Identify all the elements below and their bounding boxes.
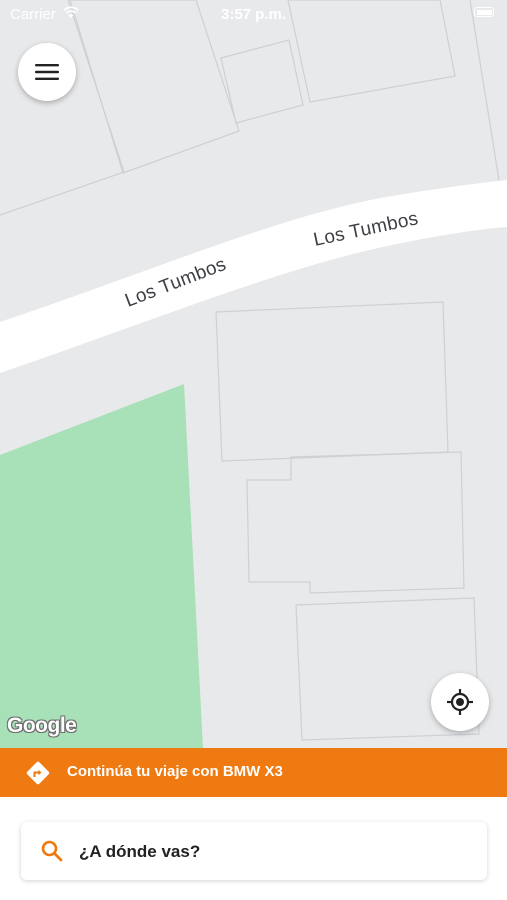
map-canvas[interactable]: Los Tumbos Los Tumbos	[0, 0, 507, 748]
menu-button[interactable]	[18, 43, 76, 101]
continue-trip-banner[interactable]: Continúa tu viaje con BMW X3	[0, 748, 507, 797]
status-time: 3:57 p.m.	[220, 6, 287, 23]
my-location-button[interactable]	[431, 673, 489, 731]
google-attribution: Google	[7, 714, 77, 737]
directions-icon	[26, 761, 50, 785]
status-bar: Carrier 3:57 p.m.	[0, 0, 507, 28]
destination-search[interactable]: ¿A dónde vas?	[21, 822, 487, 880]
hamburger-icon	[35, 64, 59, 80]
battery-icon	[474, 7, 494, 17]
crosshair-icon	[447, 689, 473, 715]
map-view[interactable]: Los Tumbos Los Tumbos	[0, 0, 507, 748]
search-placeholder: ¿A dónde vas?	[79, 842, 201, 861]
search-icon	[41, 840, 63, 862]
park-area	[0, 384, 203, 748]
road-los-tumbos	[0, 180, 507, 373]
continue-trip-text: Continúa tu viaje con BMW X3	[67, 763, 283, 780]
